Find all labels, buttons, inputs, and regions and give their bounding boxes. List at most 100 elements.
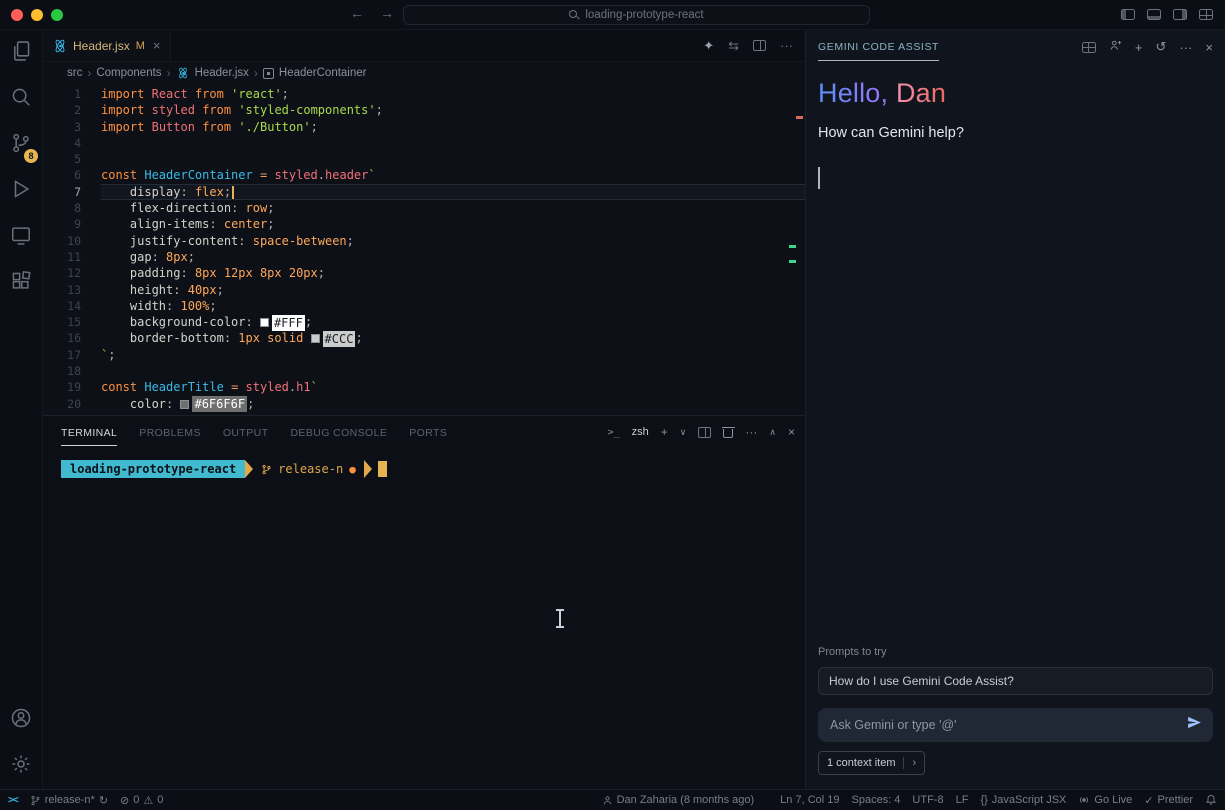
tab-header-jsx[interactable]: Header.jsx M × [43,30,171,61]
code-line-18[interactable]: 18 [43,363,805,379]
terminal-content[interactable]: loading-prototype-react release-n ● [43,448,805,789]
color-literal[interactable]: #6F6F6F [180,396,247,412]
shell-name: zsh [632,426,649,438]
cursor-position-status[interactable]: Ln 7, Col 19 [780,794,839,806]
new-terminal-icon[interactable]: + [661,425,668,439]
code-line-4[interactable]: 4 [43,135,805,151]
code-line-19[interactable]: 19const HeaderTitle = styled.h1` [43,379,805,395]
color-swatch-icon[interactable] [180,400,189,409]
gemini-chat-area: Hello, Dan How can Gemini help? [806,64,1225,646]
eol-status[interactable]: LF [956,794,969,806]
sidebar-item-source-control[interactable]: 8 [0,122,42,168]
code-editor[interactable]: 1import React from 'react';2import style… [43,84,805,415]
code-line-15[interactable]: 15 background-color: #FFF; [43,314,805,330]
gemini-input-box[interactable] [818,708,1213,742]
editor-caret [232,186,234,199]
language-mode-status[interactable]: {} JavaScript JSX [980,794,1066,806]
maximize-panel-icon[interactable]: ∧ [769,427,776,438]
code-line-20[interactable]: 20 color: #6F6F6F; [43,396,805,412]
run-debug-icon [10,178,32,205]
code-line-3[interactable]: 3import Button from './Button'; [43,119,805,135]
more-actions-icon[interactable]: ··· [1179,40,1192,55]
color-literal[interactable]: #FFF [260,315,305,331]
code-line-17[interactable]: 17`; [43,347,805,363]
toggle-secondary-sidebar-icon[interactable] [1173,9,1187,20]
send-icon[interactable] [1186,714,1203,736]
split-terminal-icon[interactable] [698,427,711,438]
chevron-down-icon[interactable]: ∨ [680,427,687,438]
breadcrumb-file[interactable]: Header.jsx [195,67,249,79]
panel-tab-output[interactable]: OUTPUT [223,419,269,446]
accounts-button[interactable] [0,697,42,743]
close-tab-button[interactable]: × [153,38,161,53]
forward-button[interactable]: → [380,5,394,21]
panel-tab-ports[interactable]: PORTS [409,419,447,446]
code-line-6[interactable]: 6const HeaderContainer = styled.header` [43,167,805,183]
toggle-panel-icon[interactable] [1147,9,1161,20]
branch-status[interactable]: release-n* ↻ [30,794,108,807]
context-items-button[interactable]: 1 context item › [818,751,925,775]
remote-indicator[interactable]: >< [8,795,18,806]
command-center-search[interactable]: loading-prototype-react [403,5,870,25]
layout-icon[interactable] [1082,42,1096,53]
toggle-primary-sidebar-icon[interactable] [1121,9,1135,20]
close-panel-icon[interactable]: × [1205,40,1213,55]
share-user-icon[interactable] [1109,39,1122,55]
minimize-window-button[interactable] [31,9,43,21]
notifications-button[interactable] [1205,794,1217,806]
gemini-input[interactable] [830,718,1186,732]
prettier-status[interactable]: ✓ Prettier [1144,794,1193,807]
indentation-status[interactable]: Spaces: 4 [852,794,901,806]
problems-status[interactable]: ⊘ 0 ⚠ 0 [120,794,163,807]
code-line-11[interactable]: 11 gap: 8px; [43,249,805,265]
code-line-8[interactable]: 8 flex-direction: row; [43,200,805,216]
back-button[interactable]: ← [350,5,364,21]
open-changes-icon[interactable]: ⇆ [728,38,739,54]
sidebar-item-run-debug[interactable] [0,168,42,214]
code-line-16[interactable]: 16 border-bottom: 1px solid #CCC; [43,330,805,346]
encoding-status[interactable]: UTF-8 [912,794,943,806]
close-window-button[interactable] [11,9,23,21]
gemini-sparkle-icon[interactable]: ✦ [703,38,714,54]
code-line-5[interactable]: 5 [43,151,805,167]
code-line-2[interactable]: 2import styled from 'styled-components'; [43,102,805,118]
kill-terminal-icon[interactable] [723,427,733,438]
more-actions-icon[interactable]: ··· [745,425,757,439]
color-literal[interactable]: #CCC [311,331,356,347]
line-content: padding: 8px 12px 8px 20px; [101,265,805,281]
sidebar-item-remote-explorer[interactable] [0,214,42,260]
close-panel-icon[interactable]: × [788,425,795,439]
code-line-1[interactable]: 1import React from 'react'; [43,86,805,102]
panel-tab-terminal[interactable]: TERMINAL [61,419,117,446]
panel-tab-debug-console[interactable]: DEBUG CONSOLE [290,419,387,446]
history-icon[interactable]: ↺ [1156,39,1167,55]
suggested-prompt-chip[interactable]: How do I use Gemini Code Assist? [818,667,1213,695]
color-swatch-icon[interactable] [260,318,269,327]
settings-button[interactable] [0,743,42,789]
overview-ruler-mark [789,260,796,263]
terminal-cursor [378,461,387,477]
sidebar-item-explorer[interactable] [0,30,42,76]
code-line-13[interactable]: 13 height: 40px; [43,282,805,298]
panel-tab-problems[interactable]: PROBLEMS [139,419,201,446]
go-live-button[interactable]: Go Live [1078,794,1132,806]
code-line-10[interactable]: 10 justify-content: space-between; [43,233,805,249]
code-line-12[interactable]: 12 padding: 8px 12px 8px 20px; [43,265,805,281]
sidebar-item-extensions[interactable] [0,260,42,306]
code-line-9[interactable]: 9 align-items: center; [43,216,805,232]
breadcrumb-src[interactable]: src [67,67,82,79]
new-chat-icon[interactable]: + [1135,40,1143,55]
code-line-14[interactable]: 14 width: 100%; [43,298,805,314]
breadcrumb-components[interactable]: Components [96,67,161,79]
zoom-window-button[interactable] [51,9,63,21]
more-actions-icon[interactable]: ··· [780,38,793,53]
sidebar-item-search[interactable] [0,76,42,122]
customize-layout-icon[interactable] [1199,9,1213,20]
breadcrumb-symbol[interactable]: HeaderContainer [279,67,367,79]
split-editor-icon[interactable] [753,40,766,51]
code-line-7[interactable]: 7 display: flex; [43,184,805,200]
git-blame-status[interactable]: Dan Zaharia (8 months ago) [602,794,755,806]
color-swatch-icon[interactable] [311,334,320,343]
prompts-to-try-label: Prompts to try [818,646,1213,658]
branch-name: release-n* [45,794,95,806]
